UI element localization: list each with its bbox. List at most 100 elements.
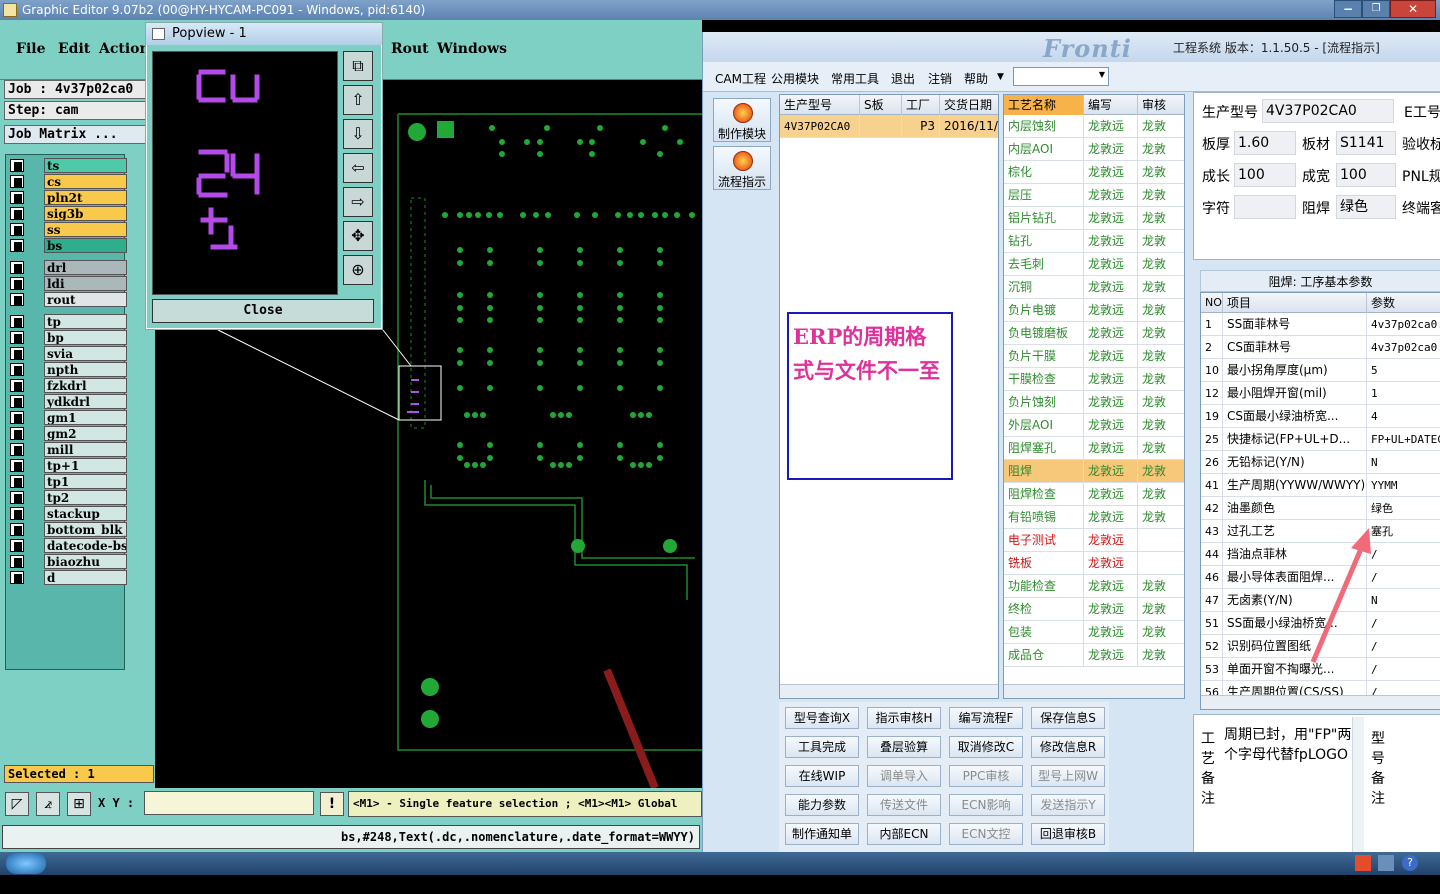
layer-row[interactable]: bp <box>9 330 127 345</box>
layer-checkbox[interactable] <box>10 539 24 552</box>
measure-tool-icon[interactable]: ⦨ <box>36 792 60 816</box>
col-param[interactable]: 参数 <box>1367 293 1440 313</box>
table-row[interactable]: 负片干膜 龙敦远 龙敦 <box>1004 345 1184 368</box>
alert-icon[interactable]: ! <box>320 792 344 816</box>
layer-checkbox[interactable] <box>10 363 24 376</box>
layer-checkbox[interactable] <box>10 239 24 252</box>
table-row[interactable]: 铣板 龙敦远 <box>1004 552 1184 575</box>
minimize-icon[interactable]: − <box>1334 0 1362 18</box>
char-field[interactable] <box>1234 195 1296 219</box>
action-button[interactable]: 修改信息R <box>1031 736 1105 758</box>
col-model[interactable]: 生产型号 <box>780 95 860 115</box>
table-row[interactable]: 阻焊检查 龙敦远 龙敦 <box>1004 483 1184 506</box>
layer-row[interactable]: gm1 <box>9 410 127 425</box>
table-row[interactable]: 19 CS面最小绿油桥宽... 4 <box>1201 405 1440 428</box>
table-row[interactable]: 终检 龙敦远 龙敦 <box>1004 598 1184 621</box>
menu-help[interactable]: 帮助 <box>964 70 988 87</box>
side-button-flow[interactable]: 流程指示 <box>713 146 771 190</box>
table-row[interactable]: 成品仓 龙敦远 龙敦 <box>1004 644 1184 667</box>
layer-row[interactable]: bs <box>9 238 127 253</box>
table-row[interactable]: 12 最小阻焊开窗(mil) 1 <box>1201 382 1440 405</box>
model-field[interactable]: 4V37P02CA0 <box>1262 99 1394 123</box>
table-row[interactable]: 25 快捷标记(FP+UL+D... FP+UL+DATEC <box>1201 428 1440 451</box>
action-button[interactable]: 编写流程F <box>949 707 1023 729</box>
help-icon[interactable]: ? <box>1402 855 1418 871</box>
col-no[interactable]: NO <box>1201 293 1223 313</box>
menu-tools[interactable]: 常用工具 <box>831 70 879 87</box>
layer-checkbox[interactable] <box>10 507 24 520</box>
layer-checkbox[interactable] <box>10 555 24 568</box>
col-s-board[interactable]: S板 <box>860 95 902 115</box>
col-process[interactable]: 工艺名称 <box>1004 95 1084 115</box>
param-grid-scrollbar[interactable] <box>1201 695 1440 709</box>
popview-close-button[interactable]: Close <box>152 299 374 323</box>
col-item[interactable]: 项目 <box>1223 293 1367 313</box>
layer-row[interactable]: tp <box>9 314 127 329</box>
grid-tool-icon[interactable]: ⊞ <box>67 792 91 816</box>
table-row[interactable]: 负电镀磨板 龙敦远 龙敦 <box>1004 322 1184 345</box>
process-grid-scrollbar[interactable] <box>1004 684 1184 698</box>
layer-checkbox[interactable] <box>10 459 24 472</box>
table-row[interactable]: 42 油墨颜色 绿色 <box>1201 497 1440 520</box>
pan-left-icon[interactable]: ⇦ <box>343 153 373 183</box>
action-button[interactable]: 叠层验算 <box>867 736 941 758</box>
layer-row[interactable]: gm2 <box>9 426 127 441</box>
length-field[interactable]: 100 <box>1234 163 1296 187</box>
layer-checkbox[interactable] <box>10 427 24 440</box>
layer-row[interactable]: mill <box>9 442 127 457</box>
action-button[interactable]: 制作通知单 <box>785 823 859 845</box>
select-tool-icon[interactable]: ◸ <box>5 792 29 816</box>
layer-row[interactable]: sig3b <box>9 206 127 221</box>
table-row[interactable]: 负片蚀刻 龙敦远 龙敦 <box>1004 391 1184 414</box>
table-row[interactable]: 内层AOI 龙敦远 龙敦 <box>1004 138 1184 161</box>
job-matrix-button[interactable]: Job Matrix ... <box>4 125 148 144</box>
module-combo[interactable]: ▼ <box>1013 67 1109 86</box>
layer-checkbox[interactable] <box>10 315 24 328</box>
pan-down-icon[interactable]: ⇩ <box>343 119 373 149</box>
layer-checkbox[interactable] <box>10 207 24 220</box>
action-button[interactable]: 调单导入 <box>867 765 941 787</box>
action-button[interactable]: 内部ECN <box>867 823 941 845</box>
table-row[interactable]: 铝片钻孔 龙敦远 龙敦 <box>1004 207 1184 230</box>
layer-row[interactable]: stackup <box>9 506 127 521</box>
menu-cam[interactable]: CAM工程 <box>715 70 766 87</box>
table-row[interactable]: 41 生产周期(YYWW/WWYY) YYMM <box>1201 474 1440 497</box>
table-row[interactable]: 钻孔 龙敦远 龙敦 <box>1004 230 1184 253</box>
layer-row[interactable]: tp1 <box>9 474 127 489</box>
table-row[interactable]: 2 CS面菲林号 4v37p02ca0. <box>1201 336 1440 359</box>
menu-exit[interactable]: 退出 <box>891 70 915 87</box>
layer-row[interactable]: drl <box>9 260 127 275</box>
layer-row[interactable]: svia <box>9 346 127 361</box>
table-row[interactable]: 负片电镀 龙敦远 龙敦 <box>1004 299 1184 322</box>
menu-windows[interactable]: Windows <box>437 41 507 57</box>
layer-checkbox[interactable] <box>10 523 24 536</box>
action-button[interactable]: 取消修改C <box>949 736 1023 758</box>
layer-row[interactable]: bottom_blk_v <box>9 522 127 537</box>
close-icon[interactable]: ✕ <box>1390 0 1436 18</box>
layer-checkbox[interactable] <box>10 175 24 188</box>
zoom-fit-icon[interactable]: ✥ <box>343 221 373 251</box>
action-button[interactable]: 工具完成 <box>785 736 859 758</box>
menu-edit[interactable]: Edit <box>58 41 90 57</box>
popview-title-bar[interactable]: Popview - 1 <box>146 23 382 45</box>
layer-checkbox[interactable] <box>10 159 24 172</box>
material-field[interactable]: S1141 <box>1336 131 1396 155</box>
layer-row[interactable]: fzkdrl <box>9 378 127 393</box>
table-row[interactable]: 10 最小拐角厚度(μm) 5 <box>1201 359 1440 382</box>
pan-up-icon[interactable]: ⇧ <box>343 85 373 115</box>
layer-row[interactable]: ldi <box>9 276 127 291</box>
layer-row[interactable]: ts <box>9 158 127 173</box>
layer-row[interactable]: tp+1 <box>9 458 127 473</box>
layer-checkbox[interactable] <box>10 443 24 456</box>
action-button[interactable]: 能力参数 <box>785 794 859 816</box>
layer-row[interactable]: tp2 <box>9 490 127 505</box>
table-row[interactable]: 26 无铅标记(Y/N) N <box>1201 451 1440 474</box>
zoom-window-icon[interactable]: ⧉ <box>343 51 373 81</box>
action-button[interactable]: 回退审核B <box>1031 823 1105 845</box>
layer-row[interactable]: d <box>9 570 127 585</box>
remark-scrollbar[interactable] <box>1352 717 1364 857</box>
pan-right-icon[interactable]: ⇨ <box>343 187 373 217</box>
layer-row[interactable]: datecode-bs <box>9 538 127 553</box>
order-grid-scrollbar[interactable] <box>780 684 998 698</box>
layer-row[interactable]: cs <box>9 174 127 189</box>
